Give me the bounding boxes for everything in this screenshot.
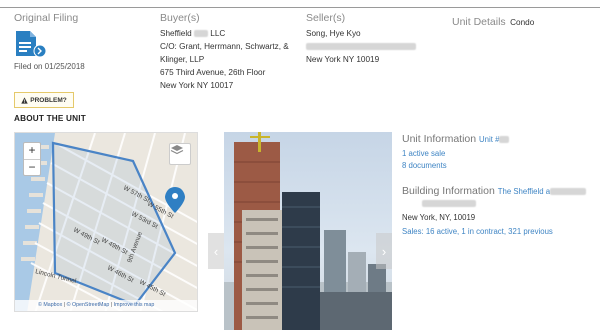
- building-photo: [224, 132, 392, 330]
- buyer-name-line: Sheffield LLC: [160, 27, 300, 40]
- redacted-text: [194, 30, 208, 38]
- chevron-right-icon: ›: [381, 243, 387, 259]
- buyer-address-2: Klinger, LLP: [160, 55, 205, 64]
- buyers-heading: Buyer(s): [160, 12, 200, 24]
- about-the-unit-heading: ABOUT THE UNIT: [14, 114, 86, 123]
- carousel-next-button[interactable]: ›: [376, 233, 392, 269]
- buyers-column: Buyer(s) Sheffield LLC C/O: Grant, Herrm…: [160, 12, 300, 92]
- original-filing-column: Original Filing: [14, 12, 78, 25]
- top-divider: [0, 7, 600, 8]
- unit-number-link[interactable]: Unit #: [479, 135, 499, 144]
- layers-icon: [170, 145, 184, 155]
- unit-details-value: Condo: [510, 18, 535, 27]
- seller-city: New York NY 10019: [306, 55, 380, 64]
- original-filing-heading: Original Filing: [14, 12, 79, 24]
- unit-information-heading: Unit Information Unit #: [402, 133, 510, 146]
- unit-information: Unit Information Unit # 1 active sale 8 …: [402, 133, 510, 172]
- zoom-in-button[interactable]: +: [24, 143, 40, 159]
- mapbox-link[interactable]: © Mapbox: [38, 302, 62, 308]
- warning-icon: [21, 96, 28, 104]
- document-download-icon[interactable]: [14, 30, 48, 58]
- sellers-column: Seller(s) Song, Hye Kyo New York NY 1001…: [306, 12, 426, 66]
- buyer-name: Sheffield: [160, 29, 192, 38]
- buyer-address-1: C/O: Grant, Herrmann, Schwartz, &: [160, 42, 289, 51]
- seller-redacted-line: [306, 40, 426, 53]
- buyer-address-4: New York NY 10017: [160, 81, 234, 90]
- map-attribution: © Mapbox | © OpenStreetMap | Improve thi…: [15, 300, 197, 311]
- problem-button[interactable]: PROBLEM?: [14, 92, 74, 108]
- problem-label: PROBLEM?: [30, 96, 67, 104]
- carousel-prev-button[interactable]: ‹: [208, 233, 224, 269]
- documents-link[interactable]: 8 documents: [402, 160, 509, 172]
- active-sale-link[interactable]: 1 active sale: [402, 148, 509, 160]
- map-zoom-control: + −: [23, 142, 41, 176]
- redacted-text: [550, 187, 587, 195]
- building-sales-link[interactable]: Sales: 16 active, 1 in contract, 321 pre…: [402, 226, 586, 238]
- sellers-heading: Seller(s): [306, 12, 346, 24]
- chevron-left-icon: ‹: [213, 243, 219, 259]
- zoom-out-button[interactable]: −: [24, 159, 40, 175]
- map-layers-button[interactable]: [169, 143, 191, 165]
- building-information-heading: Building Information The Sheffield a: [402, 185, 587, 198]
- openstreetmap-link[interactable]: © OpenStreetMap: [67, 302, 110, 308]
- building-redacted-line: [402, 198, 586, 210]
- unit-information-title: Unit Information: [402, 133, 477, 145]
- buyer-address-3: 675 Third Avenue, 26th Floor: [160, 68, 266, 77]
- redacted-text: [499, 135, 510, 143]
- building-information: Building Information The Sheffield a New…: [402, 185, 587, 238]
- redacted-text: [306, 43, 416, 51]
- building-photo-image: [224, 132, 392, 330]
- seller-name: Song, Hye Kyo: [306, 29, 361, 38]
- buyer-suffix: LLC: [210, 29, 226, 38]
- building-name-link[interactable]: The Sheffield a: [498, 187, 550, 196]
- unit-details-heading: Unit Details: [452, 16, 506, 28]
- redacted-text: [422, 200, 476, 208]
- building-information-title: Building Information: [402, 185, 495, 197]
- filed-on-date: Filed on 01/25/2018: [14, 62, 85, 71]
- building-city: New York, NY, 10019: [402, 213, 476, 222]
- unit-details-column: Unit Details Condo: [452, 12, 534, 30]
- location-map[interactable]: W 57th St W 55th St W 53rd St W 49th St …: [14, 132, 198, 312]
- improve-map-link[interactable]: Improve this map: [114, 302, 155, 308]
